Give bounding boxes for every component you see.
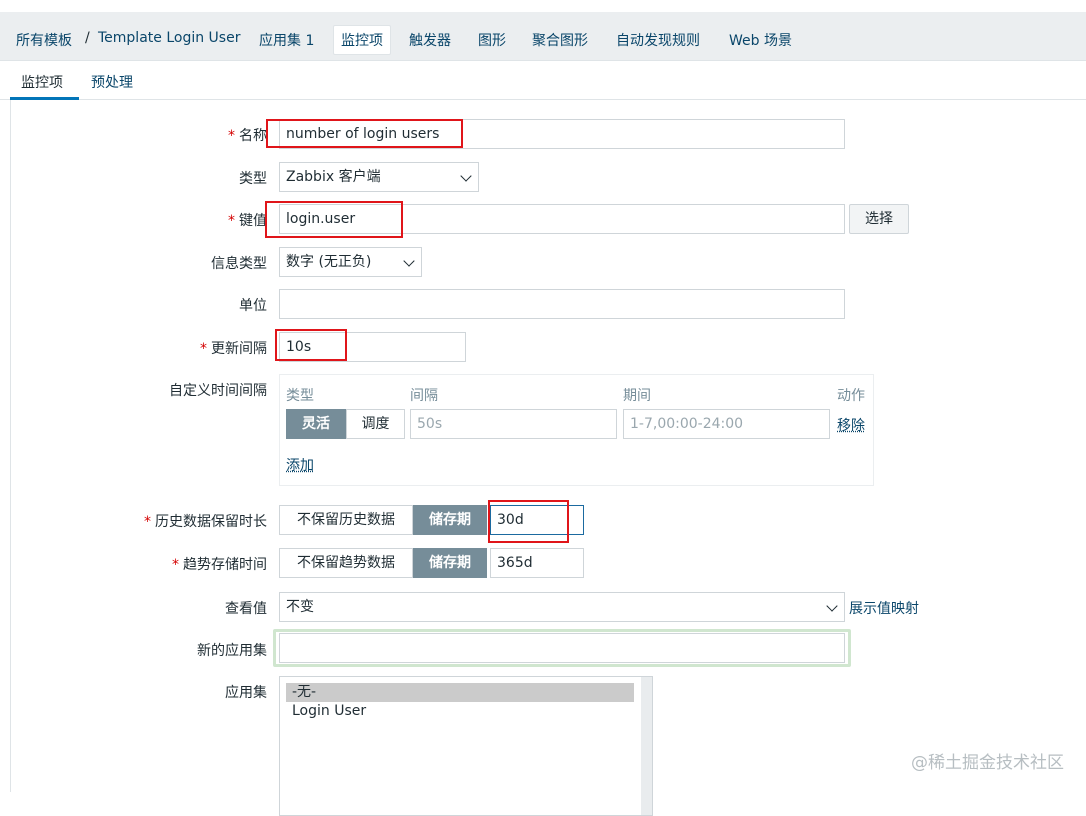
show-value-select[interactable]: 不变 [279, 592, 845, 622]
col-action-header: 动作 [837, 388, 865, 404]
tab-graphs[interactable]: 图形 [478, 30, 506, 50]
name-label: * 名称 [228, 128, 267, 144]
form-subtabs: 监控项 预处理 [0, 61, 1086, 100]
add-interval-link[interactable]: 添加 [286, 455, 314, 475]
required-marker: * [200, 341, 207, 357]
col-period-header: 期间 [623, 388, 651, 404]
applications-listbox[interactable]: -无- Login User [279, 676, 653, 816]
history-label: * 历史数据保留时长 [144, 514, 267, 530]
history-storage-period-toggle[interactable]: 储存期 [413, 505, 487, 535]
chevron-down-icon [460, 170, 472, 182]
key-select-button[interactable]: 选择 [849, 204, 909, 234]
flex-interval-input[interactable]: 50s [410, 409, 617, 439]
trends-do-not-keep-toggle[interactable]: 不保留趋势数据 [279, 548, 413, 578]
chevron-down-icon [403, 255, 415, 267]
list-item[interactable]: -无- [286, 683, 634, 702]
breadcrumb-separator: / [85, 30, 90, 46]
history-period-input[interactable]: 30d [490, 505, 584, 535]
breadcrumb-all-templates[interactable]: 所有模板 [16, 30, 72, 50]
watermark: @稀土掘金技术社区 [911, 753, 1064, 773]
listbox-scrollbar[interactable] [641, 677, 652, 815]
trends-storage-period-toggle[interactable]: 储存期 [413, 548, 487, 578]
custom-intervals-label: 自定义时间间隔 [169, 383, 267, 399]
tab-items[interactable]: 监控项 [333, 25, 391, 55]
required-marker: * [228, 213, 235, 229]
info-type-select-value: 数字 (无正负) [286, 254, 372, 270]
key-label: * 键值 [228, 213, 267, 229]
custom-intervals-table: 类型 间隔 期间 动作 灵活 调度 50s 1-7,00:00-24:00 移除… [279, 374, 874, 486]
flexible-toggle[interactable]: 灵活 [286, 409, 346, 439]
units-label: 单位 [239, 298, 267, 314]
name-input[interactable]: number of login users [279, 119, 845, 149]
type-select-value: Zabbix 客户端 [286, 169, 381, 185]
trends-period-input[interactable]: 365d [490, 548, 584, 578]
required-marker: * [144, 514, 151, 530]
info-type-label: 信息类型 [211, 256, 267, 272]
type-select[interactable]: Zabbix 客户端 [279, 162, 479, 192]
trends-label: * 趋势存储时间 [172, 557, 267, 573]
applications-label: 应用集 [225, 685, 267, 701]
required-marker: * [228, 128, 235, 144]
new-application-label: 新的应用集 [197, 643, 267, 659]
tab-discovery-rules[interactable]: 自动发现规则 [616, 30, 700, 50]
col-interval-header: 间隔 [410, 388, 438, 404]
scheduling-toggle[interactable]: 调度 [346, 409, 405, 439]
tab-applications[interactable]: 应用集 1 [259, 30, 314, 50]
col-type-header: 类型 [286, 388, 314, 404]
history-do-not-keep-toggle[interactable]: 不保留历史数据 [279, 505, 413, 535]
info-type-select[interactable]: 数字 (无正负) [279, 247, 422, 277]
units-input[interactable] [279, 289, 845, 319]
key-input[interactable]: login.user [279, 204, 845, 234]
new-application-input[interactable] [279, 633, 845, 663]
tab-triggers[interactable]: 触发器 [409, 30, 451, 50]
remove-interval-link[interactable]: 移除 [837, 415, 865, 435]
tab-screens[interactable]: 聚合图形 [532, 30, 588, 50]
top-navigation-bar: 所有模板 / Template Login User 应用集 1 监控项 触发器… [0, 12, 1086, 61]
subtab-preprocessing[interactable]: 预处理 [91, 72, 133, 92]
chevron-down-icon [826, 600, 838, 612]
show-value-select-value: 不变 [286, 599, 314, 615]
breadcrumb-template[interactable]: Template Login User [98, 30, 240, 46]
interval-input[interactable]: 10s [279, 332, 466, 362]
flex-period-input[interactable]: 1-7,00:00-24:00 [623, 409, 830, 439]
subtab-item[interactable]: 监控项 [21, 72, 63, 92]
list-item[interactable]: Login User [286, 702, 634, 721]
type-label: 类型 [239, 171, 267, 187]
required-marker: * [172, 557, 179, 573]
item-form: * 名称 number of login users 类型 Zabbix 客户端 … [10, 100, 1086, 816]
show-value-label: 查看值 [225, 601, 267, 617]
show-value-mappings-link[interactable]: 展示值映射 [849, 598, 919, 618]
tab-web-scenarios[interactable]: Web 场景 [729, 30, 792, 50]
interval-label: * 更新间隔 [200, 341, 267, 357]
